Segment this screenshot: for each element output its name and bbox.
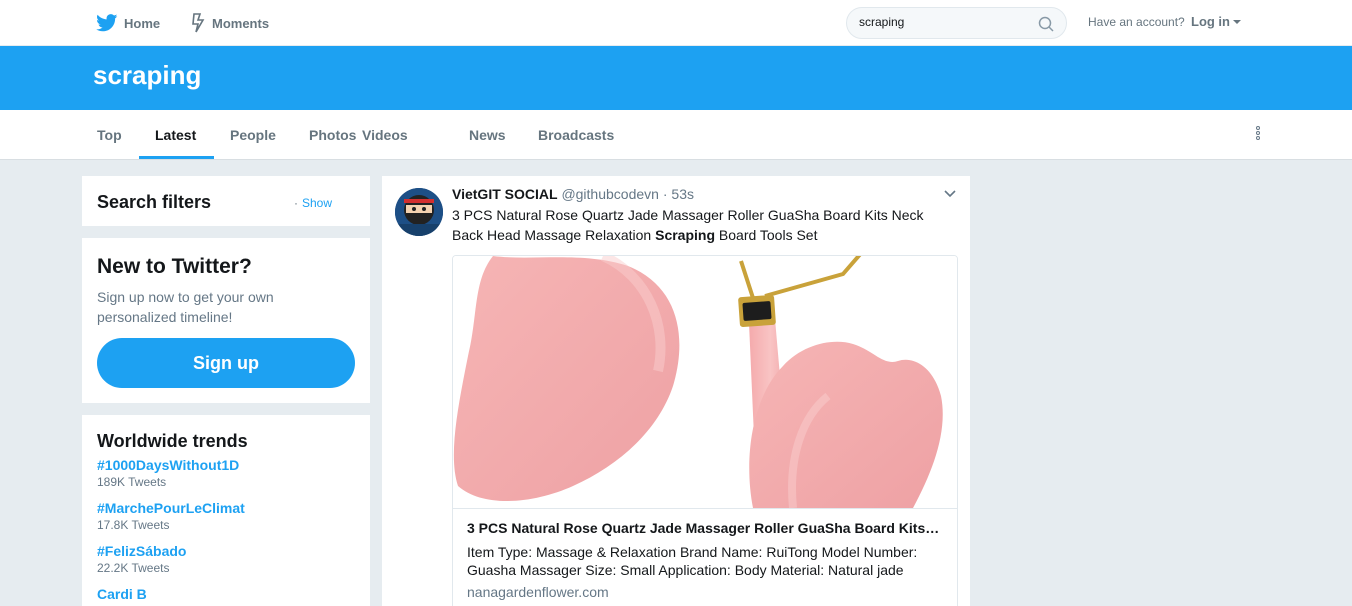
trend-count: 22.2K Tweets	[97, 561, 170, 575]
tab-top[interactable]: Top	[97, 110, 122, 160]
ninja-avatar-icon	[395, 188, 443, 236]
trend-name[interactable]: Cardi B	[97, 586, 147, 603]
search-filters-title: Search filters	[97, 192, 212, 212]
top-navigation-bar: Home Moments Have an account? Log in	[0, 0, 1352, 46]
trends-card: Worldwide trends #1000DaysWithout1D 189K…	[82, 415, 370, 606]
tweet-text-highlight: Scraping	[655, 227, 716, 243]
search-input[interactable]	[859, 15, 1029, 29]
tweet[interactable]: VietGIT SOCIAL @githubcodevn · 53s 3 PCS…	[382, 176, 970, 606]
have-account-text: Have an account?	[1088, 15, 1185, 29]
search-query-title: scraping	[93, 60, 202, 90]
search-icon[interactable]	[1038, 16, 1054, 32]
link-preview-title[interactable]: 3 PCS Natural Rose Quartz Jade Massager …	[467, 520, 943, 536]
trend-count: 17.8K Tweets	[97, 518, 170, 532]
nav-moments-label: Moments	[212, 15, 270, 31]
tab-people[interactable]: People	[230, 110, 276, 160]
signup-description: Sign up now to get your own personalized…	[97, 289, 274, 325]
chevron-down-icon[interactable]	[944, 190, 956, 198]
active-tab-indicator	[139, 156, 214, 159]
tab-broadcasts[interactable]: Broadcasts	[538, 110, 614, 160]
signup-button[interactable]: Sign up	[97, 338, 355, 388]
tweet-text: 3 PCS Natural Rose Quartz Jade Massager …	[452, 205, 952, 245]
link-preview-domain: nanagardenflower.com	[467, 584, 609, 600]
tweet-header: VietGIT SOCIAL @githubcodevn · 53s	[452, 186, 694, 202]
search-filters-card: Search filters · Show	[82, 176, 370, 226]
tweet-author-handle[interactable]: @githubcodevn	[561, 186, 659, 202]
search-box	[846, 7, 1067, 39]
lightning-icon	[192, 13, 205, 33]
search-query-header: scraping	[0, 46, 1352, 110]
trend-name[interactable]: #1000DaysWithout1D	[97, 457, 239, 474]
trend-name[interactable]: #MarchePourLeClimat	[97, 500, 245, 517]
search-tabs: Top Latest People Photos Videos News Bro…	[0, 110, 1352, 160]
avatar[interactable]	[395, 188, 443, 236]
tweet-text-after: Board Tools Set	[715, 227, 818, 243]
link-preview-info: 3 PCS Natural Rose Quartz Jade Massager …	[453, 508, 957, 600]
link-preview-image[interactable]	[453, 256, 957, 508]
login-dropdown[interactable]: Log in	[1191, 14, 1241, 29]
link-preview-card[interactable]: 3 PCS Natural Rose Quartz Jade Massager …	[452, 255, 958, 606]
tweet-author-name[interactable]: VietGIT SOCIAL	[452, 186, 558, 202]
caret-down-icon	[1233, 19, 1241, 24]
login-label: Log in	[1191, 14, 1230, 29]
trend-item[interactable]: Cardi B	[97, 586, 147, 603]
tweet-separator: ·	[662, 186, 668, 202]
link-preview-description: Item Type: Massage & Relaxation Brand Na…	[467, 544, 918, 578]
trend-name[interactable]: #FelizSábado	[97, 543, 186, 560]
more-options-icon[interactable]	[1252, 126, 1264, 144]
twitter-bird-icon	[96, 14, 118, 32]
signup-title: New to Twitter?	[97, 255, 252, 278]
nav-home-label: Home	[124, 15, 161, 31]
tab-videos[interactable]: Videos	[362, 110, 408, 160]
trend-count: 189K Tweets	[97, 475, 167, 489]
nav-moments[interactable]: Moments	[190, 0, 269, 46]
tab-photos[interactable]: Photos	[309, 110, 356, 160]
trend-item[interactable]: #1000DaysWithout1D 189K Tweets	[97, 457, 239, 490]
filters-show-link[interactable]: Show	[302, 196, 332, 210]
tweet-timestamp[interactable]: 53s	[671, 186, 694, 202]
rose-quartz-product-image	[453, 256, 957, 508]
tab-news[interactable]: News	[469, 110, 506, 160]
trend-item[interactable]: #MarchePourLeClimat 17.8K Tweets	[97, 500, 245, 533]
trends-title: Worldwide trends	[97, 431, 248, 451]
tab-latest[interactable]: Latest	[155, 110, 196, 160]
trend-item[interactable]: #FelizSábado 22.2K Tweets	[97, 543, 186, 576]
filters-separator: ·	[294, 196, 298, 210]
nav-home[interactable]: Home	[96, 0, 160, 46]
signup-card: New to Twitter? Sign up now to get your …	[82, 238, 370, 403]
